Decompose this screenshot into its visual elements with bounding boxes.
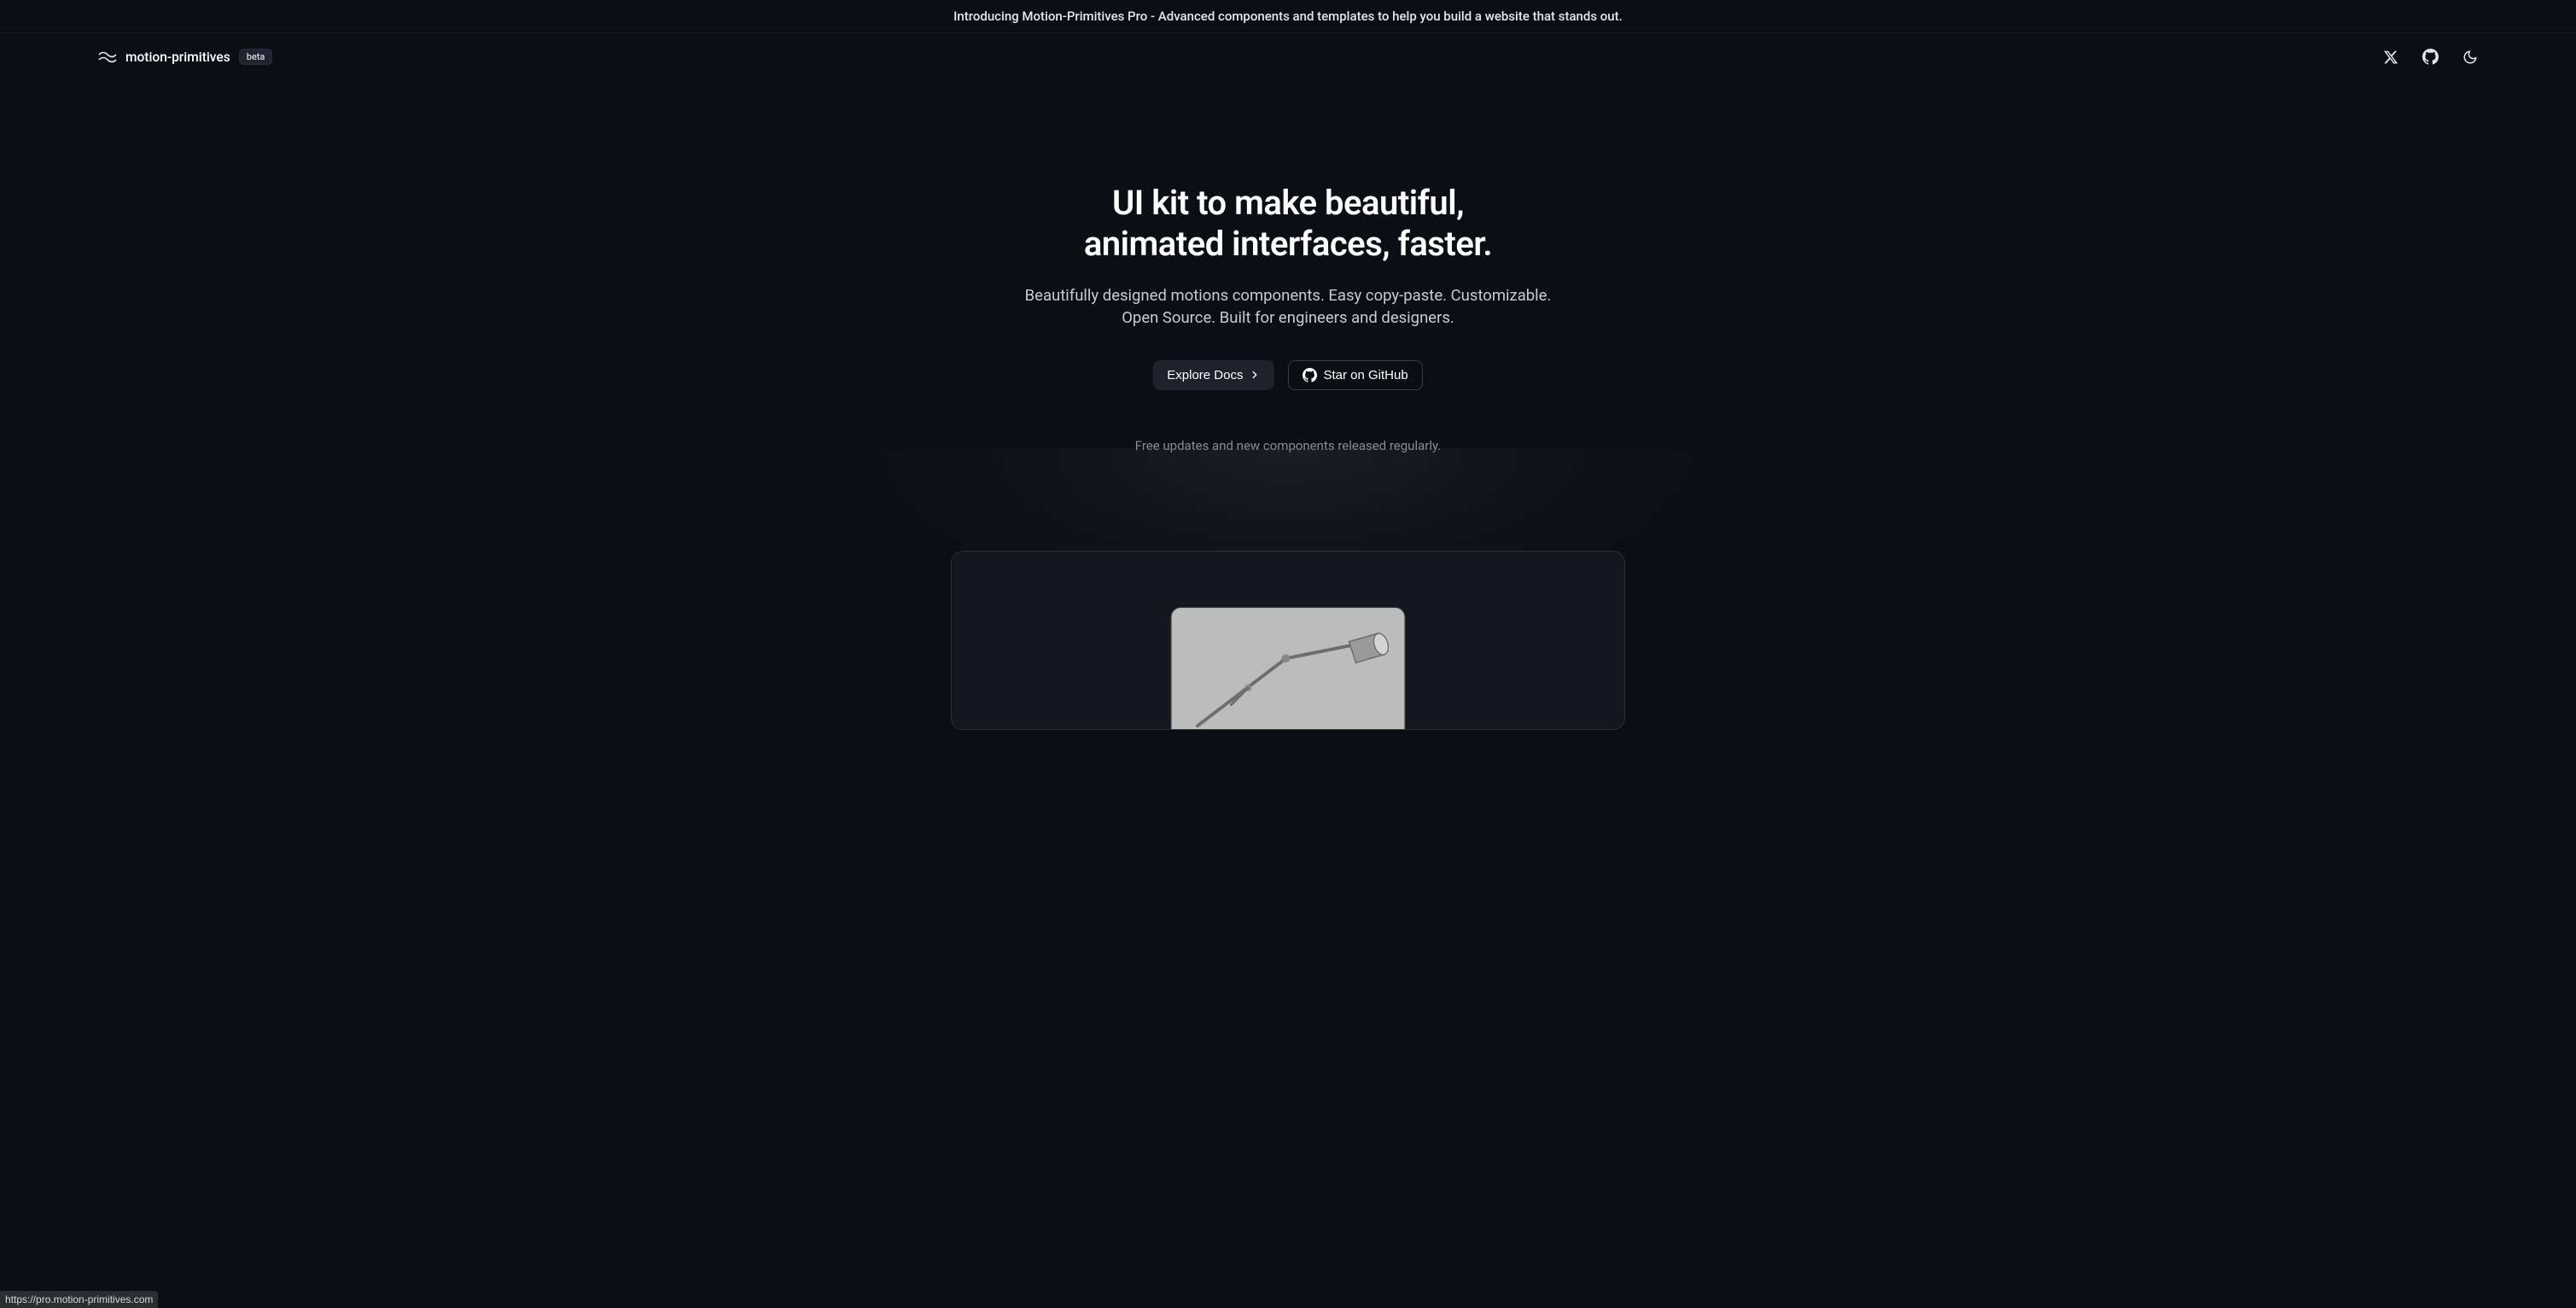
logo-text: motion-primitives bbox=[125, 50, 230, 65]
theme-toggle-icon[interactable] bbox=[2462, 50, 2478, 65]
logo-icon bbox=[98, 51, 117, 63]
x-twitter-icon[interactable] bbox=[2383, 50, 2398, 65]
star-github-button[interactable]: Star on GitHub bbox=[1288, 360, 1422, 390]
lamp-icon bbox=[1172, 608, 1405, 730]
hero-buttons: Explore Docs Star on GitHub bbox=[1153, 360, 1422, 390]
hero-subtitle: Beautifully designed motions components.… bbox=[1015, 285, 1561, 330]
chevron-right-icon bbox=[1249, 369, 1261, 381]
promo-banner[interactable]: Introducing Motion-Primitives Pro - Adva… bbox=[0, 0, 2576, 33]
github-icon[interactable] bbox=[2422, 49, 2439, 65]
showcase-area bbox=[0, 465, 2576, 730]
navbar-actions bbox=[2383, 49, 2478, 65]
hero-title-line2: animated interfaces, faster. bbox=[1084, 224, 1492, 264]
hero-note: Free updates and new components released… bbox=[1135, 438, 1442, 453]
github-icon bbox=[1303, 368, 1317, 382]
showcase-image bbox=[1171, 607, 1406, 730]
logo-link[interactable]: motion-primitives beta bbox=[98, 49, 272, 65]
hero-title: UI kit to make beautiful, animated inter… bbox=[1084, 183, 1492, 265]
star-github-label: Star on GitHub bbox=[1323, 368, 1407, 382]
main-navbar: motion-primitives beta bbox=[0, 33, 2576, 80]
hero-title-line1: UI kit to make beautiful, bbox=[1112, 183, 1464, 223]
explore-docs-label: Explore Docs bbox=[1167, 368, 1243, 382]
hero-section: UI kit to make beautiful, animated inter… bbox=[0, 80, 2576, 730]
beta-badge: beta bbox=[239, 49, 273, 65]
explore-docs-button[interactable]: Explore Docs bbox=[1153, 360, 1274, 390]
promo-banner-text: Introducing Motion-Primitives Pro - Adva… bbox=[953, 9, 1623, 24]
showcase-card bbox=[951, 551, 1625, 730]
status-bar-url: https://pro.motion-primitives.com bbox=[0, 1291, 158, 1308]
